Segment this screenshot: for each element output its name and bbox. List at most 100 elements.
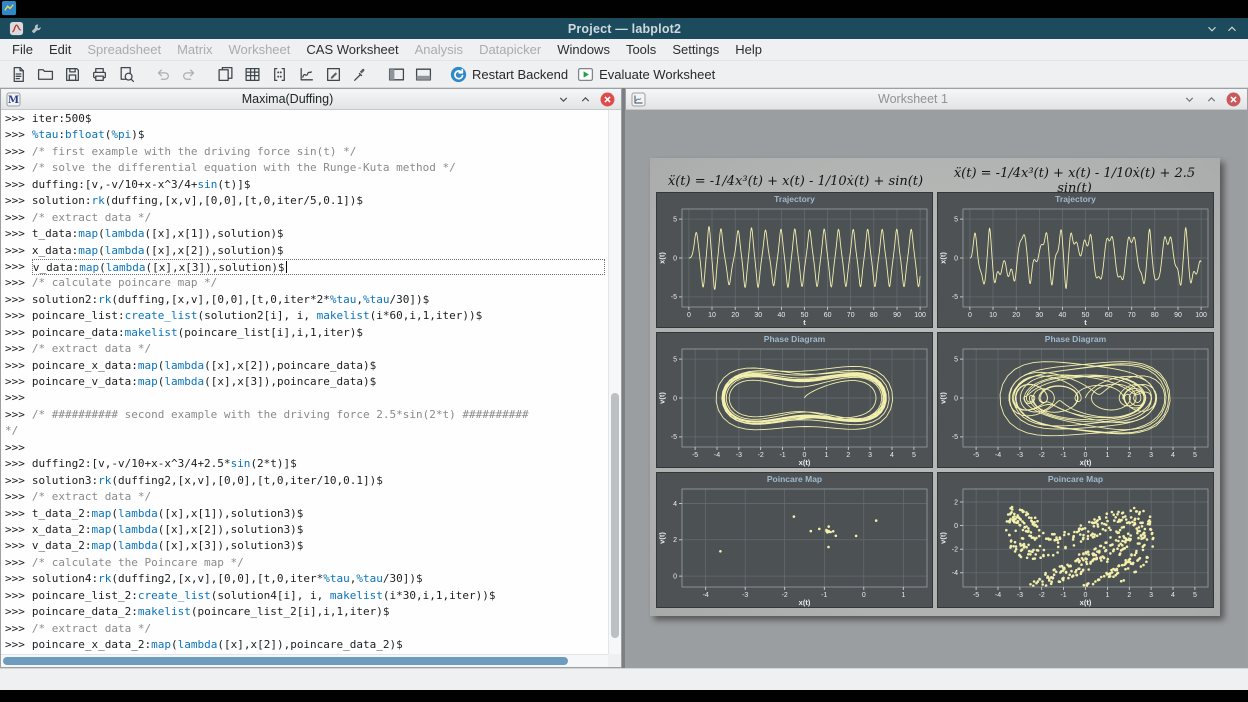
console-line[interactable]: >>>/* first example with the driving for… xyxy=(5,144,608,160)
cas-console[interactable]: >>>iter:500$>>>%tau:bfloat(%pi)$>>>/* fi… xyxy=(1,110,621,667)
console-line[interactable]: >>>solution2:rk(duffing,[x,v],[0,0],[t,0… xyxy=(5,292,608,308)
console-line[interactable]: >>>solution3:rk(duffing2,[x,v],[0,0],[t,… xyxy=(5,473,608,489)
console-line[interactable]: >>>poincare_x_data:map(lambda([x],x[2]),… xyxy=(5,358,608,374)
wrench-icon[interactable] xyxy=(30,22,44,36)
new-workbook-button[interactable] xyxy=(212,62,238,86)
print-preview-button[interactable] xyxy=(113,62,139,86)
window-titlebar[interactable]: Project — labplot2 xyxy=(0,18,1248,39)
new-project-button[interactable] xyxy=(5,62,31,86)
menu-edit[interactable]: Edit xyxy=(41,40,79,59)
plot-trajectory1[interactable]: Trajectory0102030405060708090100-505tx(t… xyxy=(656,192,933,328)
console-code[interactable]: /* extract data */ xyxy=(32,210,151,226)
console-code[interactable]: v_data_2:map(lambda([x],x[3]),solution3)… xyxy=(32,538,304,554)
open-project-button[interactable] xyxy=(32,62,58,86)
plot-trajectory2[interactable]: Trajectory0102030405060708090100-505tx(t… xyxy=(937,192,1214,328)
console-line[interactable]: */ xyxy=(5,423,608,439)
console-code[interactable]: t_data_2:map(lambda([x],x[1]),solution3)… xyxy=(32,506,304,522)
console-code[interactable]: /* ########## second example with the dr… xyxy=(32,407,529,423)
console-line[interactable]: >>>x_data:map(lambda([x],x[2]),solution)… xyxy=(5,243,608,259)
horizontal-scroll-handle[interactable] xyxy=(3,657,568,665)
console-code[interactable]: poincare_x_data_2:map(lambda([x],x[2]),p… xyxy=(32,637,403,653)
console-code[interactable]: solution4:rk(duffing2,[x,v],[0,0],[t,0,i… xyxy=(32,571,423,587)
console-line[interactable]: >>>t_data:map(lambda([x],x[1]),solution)… xyxy=(5,226,608,242)
console-line[interactable]: >>>/* calculate poincare map */ xyxy=(5,275,608,291)
console-code[interactable]: poincare_list:create_list(solution2[i], … xyxy=(32,308,482,324)
console-code[interactable]: /* first example with the driving force … xyxy=(32,144,357,160)
menu-settings[interactable]: Settings xyxy=(664,40,727,59)
console-vertical-scrollbar[interactable] xyxy=(608,110,621,654)
restart-backend-button[interactable]: Restart Backend xyxy=(446,62,572,86)
console-code[interactable]: /* extract data */ xyxy=(32,621,151,637)
save-project-button[interactable] xyxy=(59,62,85,86)
console-line[interactable]: >>>/* calculate the Poincare map */ xyxy=(5,555,608,571)
console-line[interactable]: >>>v_data_2:map(lambda([x],x[3]),solutio… xyxy=(5,538,608,554)
console-code[interactable]: iter:500$ xyxy=(32,111,92,127)
console-line[interactable]: >>>poincare_list:create_list(solution2[i… xyxy=(5,308,608,324)
console-horizontal-scrollbar[interactable] xyxy=(1,654,608,667)
console-line[interactable]: >>>poincare_v_data:map(lambda([x],x[3]),… xyxy=(5,374,608,390)
plot-phase2[interactable]: Phase Diagram-5-4-3-2-1012345-505x(t)v(t… xyxy=(937,332,1214,468)
console-code[interactable]: poincare_list_2:create_list(solution4[i]… xyxy=(32,588,496,604)
console-code[interactable]: /* calculate poincare map */ xyxy=(32,275,217,291)
console-code[interactable]: %tau:bfloat(%pi)$ xyxy=(32,127,145,143)
worksheet-maximize-button[interactable] xyxy=(1202,91,1220,108)
console-line[interactable]: >>>x_data_2:map(lambda([x],x[2]),solutio… xyxy=(5,522,608,538)
console-line[interactable]: >>>/* ########## second example with the… xyxy=(5,407,608,423)
console-code[interactable]: poincare_data_2:makelist(poincare_list_2… xyxy=(32,604,390,620)
cas-minimize-button[interactable] xyxy=(554,91,572,108)
console-line[interactable]: >>>/* extract data */ xyxy=(5,341,608,357)
plot-phase1[interactable]: Phase Diagram-5-4-3-2-1012345-505x(t)v(t… xyxy=(656,332,933,468)
new-spreadsheet-button[interactable] xyxy=(239,62,265,86)
console-line[interactable]: >>>poincare_x_data_2:map(lambda([x],x[2]… xyxy=(5,637,608,653)
console-code[interactable]: solution3:rk(duffing2,[x,v],[0,0],[t,0,i… xyxy=(32,473,383,489)
menu-windows[interactable]: Windows xyxy=(549,40,618,59)
menu-help[interactable]: Help xyxy=(727,40,770,59)
print-button[interactable] xyxy=(86,62,112,86)
console-code[interactable]: /* extract data */ xyxy=(32,489,151,505)
worksheet-titlebar[interactable]: Worksheet 1 xyxy=(626,89,1247,110)
cas-maximize-button[interactable] xyxy=(576,91,594,108)
panel-left-button[interactable] xyxy=(383,62,409,86)
console-code[interactable]: /* solve the differential equation with … xyxy=(32,160,456,176)
new-worksheet-button[interactable] xyxy=(293,62,319,86)
evaluate-worksheet-button[interactable]: Evaluate Worksheet xyxy=(573,62,719,86)
worksheet-close-button[interactable] xyxy=(1224,91,1242,108)
worksheet-view[interactable]: ẍ(t) = -1/4x³(t) + x(t) - 1/10ẋ(t) + sin… xyxy=(626,110,1247,667)
console-code[interactable]: x_data:map(lambda([x],x[2]),solution)$ xyxy=(32,243,284,259)
plot-poincare2[interactable]: Poincare Map-5-4-3-2-1012345-4-202x(t)v(… xyxy=(937,472,1214,608)
console-line[interactable]: >>>duffing:[v,-v/10+x-x^3/4+sin(t)]$ xyxy=(5,177,608,193)
new-notes-button[interactable] xyxy=(320,62,346,86)
console-line[interactable]: >>>iter:500$ xyxy=(5,111,608,127)
console-code[interactable]: duffing2:[v,-v/10+x-x^3/4+2.5*sin(2*t)]$ xyxy=(32,456,297,472)
new-matrix-button[interactable] xyxy=(266,62,292,86)
console-code[interactable]: solution:rk(duffing,[x,v],[0,0],[t,0,ite… xyxy=(32,193,363,209)
console-line[interactable]: >>>poincare_list_2:create_list(solution4… xyxy=(5,588,608,604)
cas-titlebar[interactable]: M Maxima(Duffing) xyxy=(1,89,621,110)
console-code[interactable]: t_data:map(lambda([x],x[1]),solution)$ xyxy=(32,226,284,242)
console-code-focused[interactable]: v_data:map(lambda([x],x[3]),solution)$ xyxy=(32,259,605,275)
console-line[interactable]: >>>/* extract data */ xyxy=(5,489,608,505)
console-code[interactable]: /* extract data */ xyxy=(32,341,151,357)
menu-cas-worksheet[interactable]: CAS Worksheet xyxy=(298,40,406,59)
console-code[interactable]: poincare_v_data:map(lambda([x],x[3]),poi… xyxy=(32,374,376,390)
equation-label-1[interactable]: ẍ(t) = -1/4x³(t) + x(t) - 1/10ẋ(t) + sin… xyxy=(656,174,935,189)
console-line[interactable]: >>>/* extract data */ xyxy=(5,210,608,226)
console-line[interactable]: >>>solution:rk(duffing,[x,v],[0,0],[t,0,… xyxy=(5,193,608,209)
chevron-down-icon[interactable] xyxy=(1205,22,1219,36)
chevron-up-icon[interactable] xyxy=(1225,22,1239,36)
color-dropper-button[interactable] xyxy=(347,62,373,86)
console-line[interactable]: >>>poincare_data_2:makelist(poincare_lis… xyxy=(5,604,608,620)
plot-poincare1[interactable]: Poincare Map-4-3-2-101024x(t)v(t) xyxy=(656,472,933,608)
console-line[interactable]: >>>t_data_2:map(lambda([x],x[1]),solutio… xyxy=(5,506,608,522)
console-code[interactable]: poincare_data:makelist(poincare_list[i],… xyxy=(32,325,363,341)
console-code[interactable]: poincare_x_data:map(lambda([x],x[2]),poi… xyxy=(32,358,376,374)
console-code[interactable]: */ xyxy=(5,423,18,439)
console-code[interactable]: duffing:[v,-v/10+x-x^3/4+sin(t)]$ xyxy=(32,177,251,193)
console-line[interactable]: >>>/* extract data */ xyxy=(5,621,608,637)
vertical-scroll-handle[interactable] xyxy=(611,393,619,638)
console-line[interactable]: >>>%tau:bfloat(%pi)$ xyxy=(5,127,608,143)
console-code[interactable]: solution2:rk(duffing,[x,v],[0,0],[t,0,it… xyxy=(32,292,429,308)
console-line[interactable]: >>> xyxy=(5,390,608,406)
console-line[interactable]: >>>/* solve the differential equation wi… xyxy=(5,160,608,176)
console-line[interactable]: >>>duffing2:[v,-v/10+x-x^3/4+2.5*sin(2*t… xyxy=(5,456,608,472)
